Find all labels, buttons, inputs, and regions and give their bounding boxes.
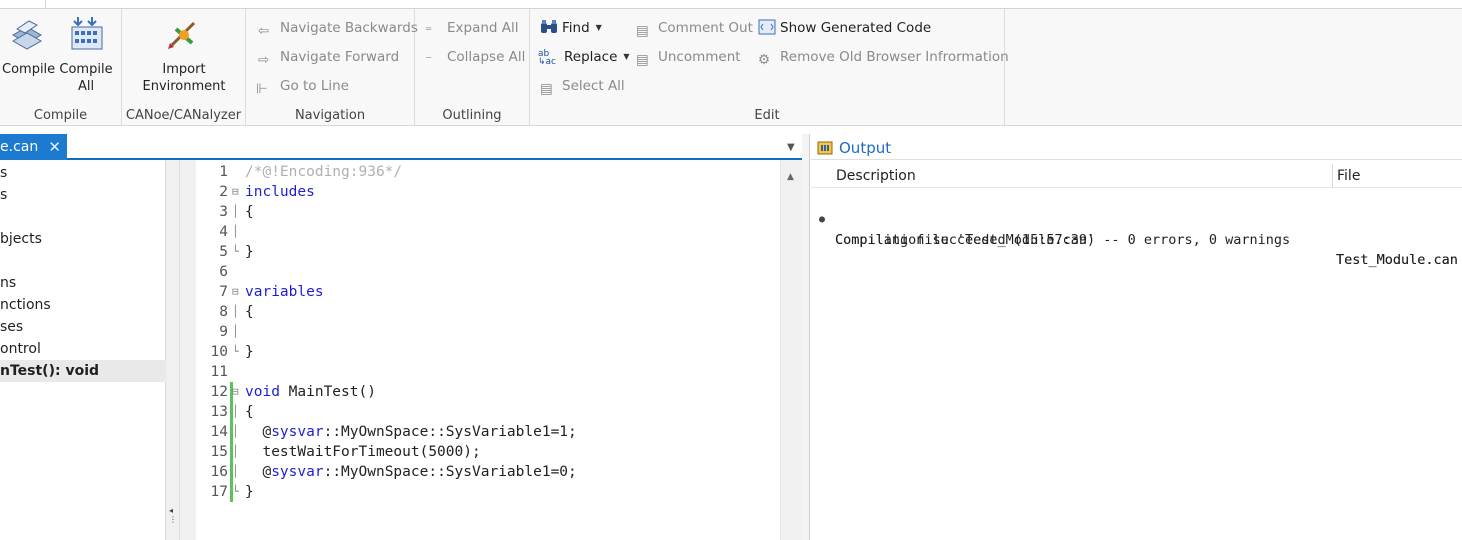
code-line: 15 │ testWaitForTimeout(5000); xyxy=(210,444,481,460)
document-tab[interactable]: e.can ✕ xyxy=(0,134,67,160)
tree-item[interactable]: s xyxy=(0,184,166,206)
edit-group-label: Edit xyxy=(754,108,780,123)
replace-dropdown-icon[interactable]: ▼ xyxy=(623,52,629,61)
collapse-icon: ⁻ xyxy=(425,52,433,68)
remove-old-browser-info-button[interactable]: ⚙ Remove Old Browser Infrormation xyxy=(758,46,1009,68)
scroll-up-icon[interactable]: ▲ xyxy=(787,172,794,182)
replace-icon: ab ↳ac xyxy=(538,49,557,67)
tree-item[interactable]: nctions xyxy=(0,294,166,316)
tree-item-selected[interactable]: nTest(): void xyxy=(0,360,166,382)
select-all-button[interactable]: ▤ Select All xyxy=(540,75,625,97)
document-tab-label: e.can xyxy=(0,139,39,155)
code-line: 6 xyxy=(219,264,228,280)
code-line: 11 xyxy=(210,364,228,380)
code-line: 10 └} xyxy=(210,344,254,360)
code-line: 2 ⊟ includes xyxy=(219,182,315,202)
column-separator[interactable] xyxy=(1332,164,1333,188)
replace-button[interactable]: ab ↳ac Replace ▼ xyxy=(538,46,630,68)
output-warning-icon xyxy=(817,141,833,155)
code-line: 4 │ xyxy=(219,224,239,240)
output-title-bar: Output xyxy=(811,134,1462,160)
close-icon[interactable]: ✕ xyxy=(48,134,61,160)
output-title: Output xyxy=(839,139,892,157)
select-all-icon: ▤ xyxy=(540,81,553,97)
tree-splitter[interactable]: ◂ ⋮ xyxy=(166,160,180,540)
tree-item[interactable]: s xyxy=(0,162,166,184)
tree-item[interactable]: ns xyxy=(0,272,166,294)
code-line: 5 └} xyxy=(219,244,254,260)
arrow-right-icon: ⇨ xyxy=(258,52,270,68)
binoculars-icon xyxy=(541,20,557,33)
output-table-header: Description File xyxy=(811,164,1462,188)
column-header-description[interactable]: Description xyxy=(836,168,916,184)
comment-out-button[interactable]: ▤ Comment Out xyxy=(636,17,753,39)
collapse-all-button[interactable]: ⁻ Collapse All xyxy=(425,46,525,68)
import-environment-button[interactable]: Import Environment xyxy=(132,15,236,95)
compile-group: Compile Compile All Compile xyxy=(0,9,122,126)
code-line: 14 │ @sysvar::MyOwnSpace::SysVariable1=1; xyxy=(210,424,577,440)
remove-browser-info-icon: ⚙ xyxy=(758,52,771,68)
code-line: 8 │{ xyxy=(219,304,254,320)
go-to-line-button[interactable]: ⊩ Go to Line xyxy=(256,75,349,97)
comment-out-icon: ▤ xyxy=(636,23,649,39)
editor-tab-strip: e.can ✕ xyxy=(0,134,805,160)
fold-toggle-icon[interactable]: ⊟ xyxy=(232,382,242,402)
tree-item[interactable]: ses xyxy=(0,316,166,338)
output-pane: Output Description File ● Compiling file… xyxy=(811,134,1462,540)
compile-all-icon xyxy=(71,17,103,50)
uncomment-icon: ▤ xyxy=(636,52,649,68)
fold-toggle-icon[interactable]: ⊟ xyxy=(232,282,242,302)
ribbon-tab-row xyxy=(0,0,1462,9)
outlining-group-label: Outlining xyxy=(442,108,502,123)
column-header-file[interactable]: File xyxy=(1337,168,1360,184)
output-row[interactable]: ● Compiling file 'Test_Module.can' Test_… xyxy=(811,190,1462,268)
code-line: 1/*@!Encoding:936*/ xyxy=(219,164,403,180)
fold-toggle-icon[interactable]: ⊟ xyxy=(232,182,242,202)
navigation-group: ⇦ Navigate Backwards ⇨ Navigate Forward ⊩ G… xyxy=(246,9,418,126)
code-line: 13 │{ xyxy=(210,404,254,420)
canoe-group: Import Environment CANoe/CANalyzer xyxy=(122,9,246,126)
ribbon: Compile Compile All Compile Import Envir… xyxy=(0,9,1462,126)
find-dropdown-icon[interactable]: ▼ xyxy=(596,23,602,32)
tab-list-dropdown-icon[interactable]: ▼ xyxy=(787,142,795,153)
output-row[interactable]: Compilation succeeded (15:57:39) -- 0 er… xyxy=(811,210,1462,268)
import-environment-icon xyxy=(168,21,196,49)
pane-divider[interactable] xyxy=(802,134,810,540)
expand-all-button[interactable]: ⁼ Expand All xyxy=(425,17,519,39)
code-line: 7 ⊟ variables xyxy=(219,282,324,302)
code-editor[interactable]: 1/*@!Encoding:936*/ 2 ⊟ includes 3 │{ 4 │ 5 └… xyxy=(180,160,780,540)
editor-vertical-scrollbar[interactable]: ▲ xyxy=(780,160,802,540)
navigate-backwards-button[interactable]: ⇦ Navigate Backwards xyxy=(258,17,418,39)
generated-code-icon xyxy=(758,19,776,35)
navigation-group-label: Navigation xyxy=(294,108,366,123)
canoe-group-label: CANoe/CANalyzer xyxy=(125,108,242,123)
compile-icon xyxy=(11,20,43,50)
navigate-forward-button[interactable]: ⇨ Navigate Forward xyxy=(258,46,399,68)
expand-icon: ⁼ xyxy=(425,23,433,39)
tree-item[interactable]: bjects xyxy=(0,228,166,250)
compile-button[interactable]: Compile xyxy=(2,15,55,78)
code-line: 16 │ @sysvar::MyOwnSpace::SysVariable1=0; xyxy=(210,464,577,480)
code-line: 9 │ xyxy=(219,324,239,340)
compile-all-button[interactable]: Compile All xyxy=(58,15,114,95)
compile-group-label: Compile xyxy=(33,108,88,123)
code-line: 17 └} xyxy=(210,484,254,500)
code-line: 12 ⊟ void MainTest() xyxy=(210,382,376,402)
uncomment-button[interactable]: ▤ Uncomment xyxy=(636,46,741,68)
splitter-grip-icon[interactable]: ◂ ⋮ xyxy=(169,506,177,524)
show-generated-code-button[interactable]: Show Generated Code xyxy=(758,17,931,39)
edit-group: Find ▼ ab ↳ac Replace ▼ ▤ Select All ▤ Comment… xyxy=(530,9,1009,126)
code-line: 3 │{ xyxy=(219,204,254,220)
find-button[interactable]: Find ▼ xyxy=(540,17,602,39)
outline-tree: s s bjects ns nctions ses ontrol nTest()… xyxy=(0,160,166,540)
arrow-left-icon: ⇦ xyxy=(258,23,270,39)
tree-item[interactable]: ontrol xyxy=(0,338,166,360)
outlining-group: ⁼ Expand All ⁻ Collapse All Outlining xyxy=(415,9,530,126)
go-to-line-icon: ⊩ xyxy=(256,81,268,97)
